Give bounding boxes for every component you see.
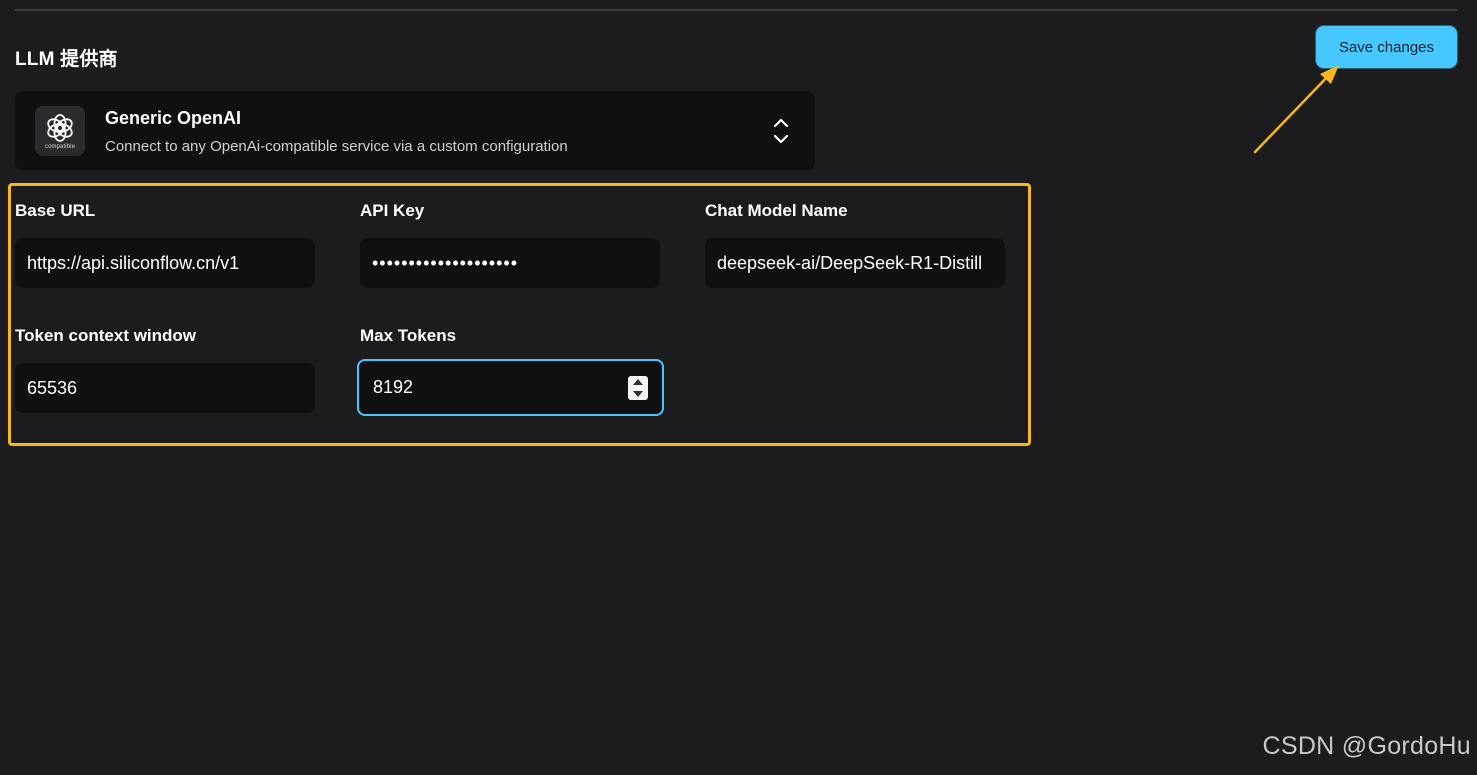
token-context-window-input[interactable] [15,363,315,413]
stepper-up-icon[interactable] [633,379,643,385]
logo-caption: compatible [44,143,75,150]
provider-selector[interactable]: compatible Generic OpenAI Connect to any… [15,91,815,170]
base-url-label: Base URL [15,201,96,220]
stepper-down-icon[interactable] [633,391,643,397]
chat-model-name-input[interactable] [705,238,1005,288]
watermark: CSDN @GordoHu [1262,732,1471,760]
max-tokens-label: Max Tokens [360,326,457,345]
settings-page: LLM 提供商 Save changes compatible Generic … [0,0,1477,775]
provider-description: Connect to any OpenAi-compatible service… [105,138,568,155]
max-tokens-stepper[interactable] [628,376,648,400]
max-tokens-input[interactable] [357,359,664,416]
chat-model-name-label: Chat Model Name [705,201,848,220]
api-key-label: API Key [360,201,425,220]
provider-name: Generic OpenAI [105,108,242,128]
openai-knot-icon [47,113,73,142]
token-context-window-label: Token context window [15,326,197,345]
top-divider [15,9,1457,11]
section-title: LLM 提供商 [15,49,118,70]
base-url-input[interactable] [15,238,315,288]
chevron-up-down-icon[interactable] [769,115,793,147]
openai-logo-icon: compatible [35,106,85,156]
annotation-arrow-icon [1253,65,1339,154]
api-key-input[interactable] [360,238,660,288]
